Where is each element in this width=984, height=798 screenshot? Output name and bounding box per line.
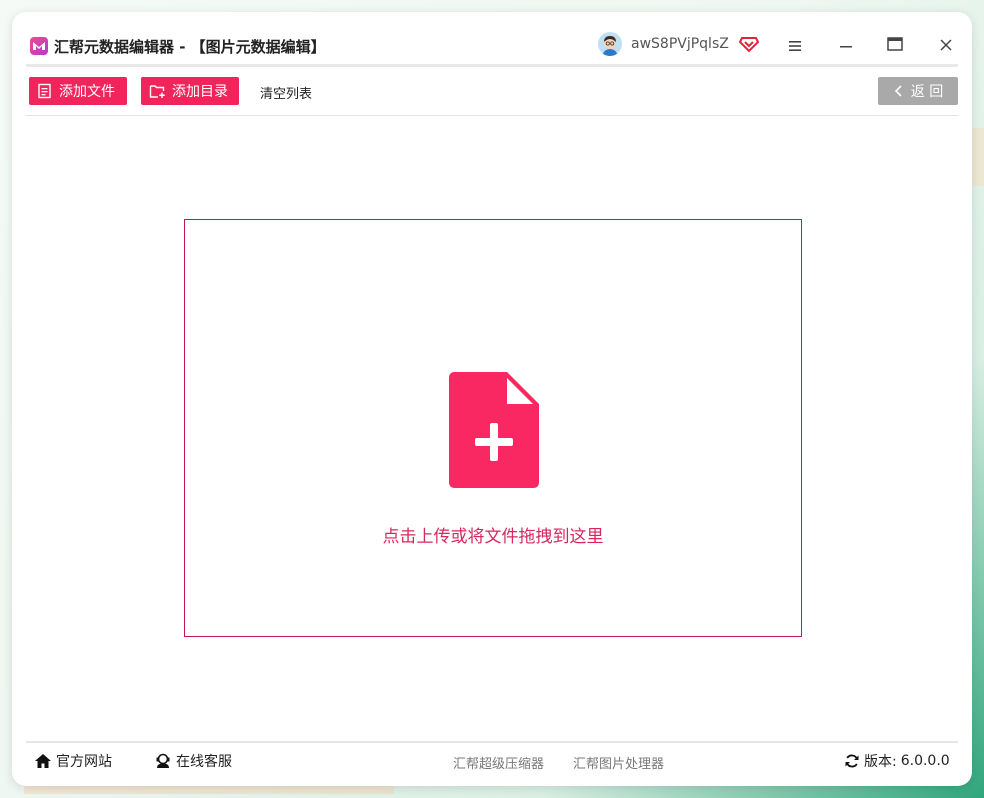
official-site-link[interactable]: 官方网站 xyxy=(34,751,112,771)
app-logo-icon xyxy=(30,37,48,55)
image-processor-link[interactable]: 汇帮图片处理器 xyxy=(573,753,664,772)
app-window: 汇帮元数据编辑器 - 【图片元数据编辑】 awS8PVjPqlsZ 添加文件 添… xyxy=(12,12,972,786)
home-icon xyxy=(35,754,51,768)
version-info: 版本: 6.0.0.0 xyxy=(844,751,950,771)
clear-list-button[interactable]: 清空列表 xyxy=(260,83,312,102)
chevron-left-icon xyxy=(894,85,902,97)
compressor-link[interactable]: 汇帮超级压缩器 xyxy=(453,753,544,772)
official-site-label: 官方网站 xyxy=(56,754,112,770)
toolbar: 添加文件 添加目录 清空列表 返 回 xyxy=(26,67,958,116)
add-directory-label: 添加目录 xyxy=(172,84,228,100)
refresh-icon[interactable] xyxy=(844,753,860,769)
back-label: 返 回 xyxy=(910,84,944,100)
title-bar[interactable]: 汇帮元数据编辑器 - 【图片元数据编辑】 awS8PVjPqlsZ xyxy=(12,12,972,64)
add-file-label: 添加文件 xyxy=(59,84,115,100)
vip-icon[interactable] xyxy=(738,35,760,53)
drop-zone-hint: 点击上传或将文件拖拽到这里 xyxy=(382,527,604,547)
footer: 官方网站 在线客服 汇帮超级压缩器 汇帮图片处理器 版本: 6.0.0.0 xyxy=(26,743,958,775)
version-label: 版本: xyxy=(864,754,897,770)
menu-icon[interactable] xyxy=(787,38,803,52)
file-drop-zone[interactable]: 点击上传或将文件拖拽到这里 xyxy=(184,219,802,637)
add-folder-icon xyxy=(149,85,165,98)
back-button[interactable]: 返 回 xyxy=(878,77,958,105)
support-icon xyxy=(156,753,170,768)
app-title: 汇帮元数据编辑器 - 【图片元数据编辑】 xyxy=(54,38,326,56)
close-icon[interactable] xyxy=(938,37,954,53)
online-service-label: 在线客服 xyxy=(176,754,232,770)
add-file-icon xyxy=(38,83,51,99)
avatar-icon[interactable] xyxy=(598,32,622,56)
minimize-icon[interactable] xyxy=(838,38,854,52)
online-service-link[interactable]: 在线客服 xyxy=(154,751,232,771)
version-value: 6.0.0.0 xyxy=(900,753,950,769)
maximize-icon[interactable] xyxy=(886,36,904,52)
add-file-button[interactable]: 添加文件 xyxy=(29,77,127,105)
username-label[interactable]: awS8PVjPqlsZ xyxy=(631,36,729,52)
add-directory-button[interactable]: 添加目录 xyxy=(141,77,239,105)
file-plus-icon xyxy=(449,372,539,488)
